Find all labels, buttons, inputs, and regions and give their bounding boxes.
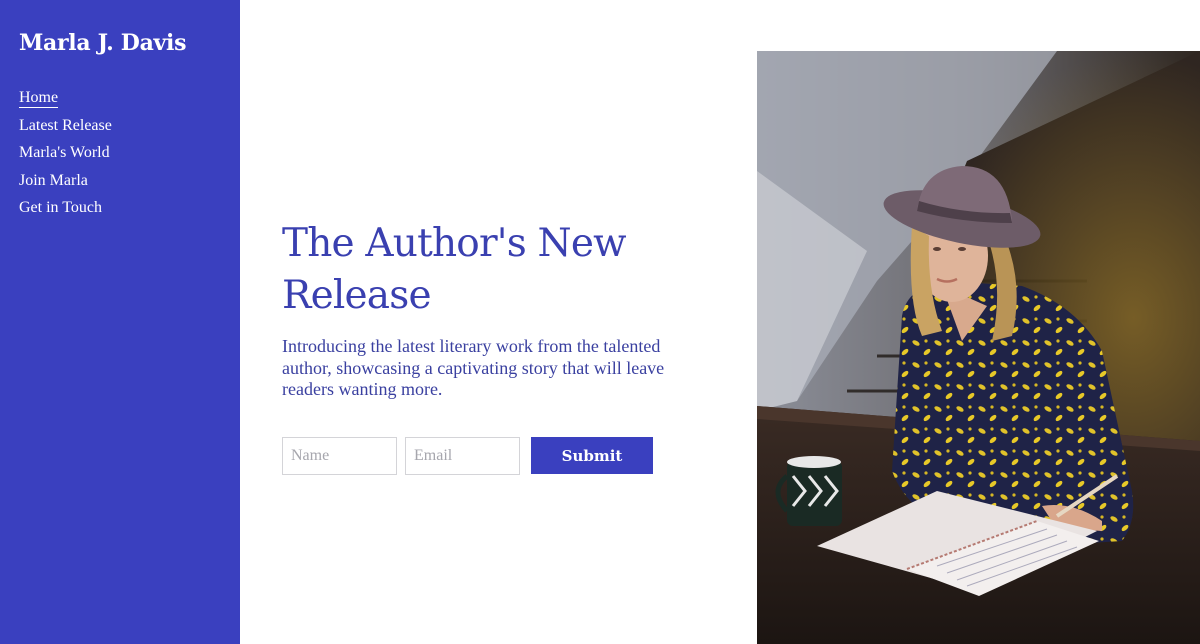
nav-item-marlas-world[interactable]: Marla's World [19, 143, 221, 163]
name-input[interactable] [282, 437, 397, 475]
email-input[interactable] [405, 437, 520, 475]
nav-item-home[interactable]: Home [19, 88, 221, 108]
submit-button[interactable]: Submit [531, 437, 653, 474]
hero-description: Introducing the latest literary work fro… [282, 336, 665, 399]
author-photo-illustration [757, 51, 1200, 644]
hero-title: The Author's New Release [282, 221, 627, 318]
signup-form: Submit [282, 437, 653, 475]
author-photo [757, 51, 1200, 644]
nav-item-label: Marla's World [19, 144, 110, 161]
nav-item-label: Join Marla [19, 171, 88, 189]
nav-item-label: Home [19, 89, 59, 108]
nav-item-label: Latest Release [19, 116, 112, 134]
sidebar: Marla J. Davis Home Latest Release Marla… [0, 0, 240, 644]
hero-section: The Author's New Release Introducing the… [282, 218, 722, 401]
nav-item-join-marla[interactable]: Join Marla [19, 171, 221, 191]
nav-item-latest-release[interactable]: Latest Release [19, 116, 221, 136]
site-title[interactable]: Marla J. Davis [19, 28, 221, 58]
nav-item-get-in-touch[interactable]: Get in Touch [19, 198, 221, 218]
nav-item-label: Get in Touch [19, 199, 103, 216]
main-nav: Home Latest Release Marla's World Join M… [19, 88, 221, 218]
